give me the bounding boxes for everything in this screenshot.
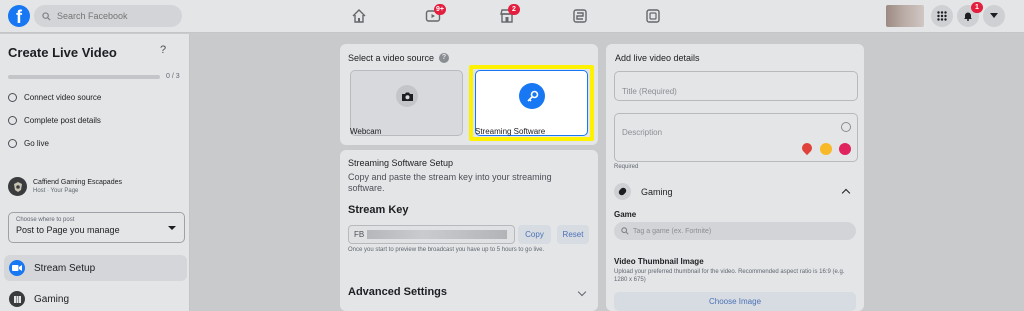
home-icon[interactable] [351, 8, 367, 24]
sidebar-item-label: Gaming [34, 293, 70, 305]
progress-count: 0 / 3 [166, 73, 180, 80]
live-details-title: Add live video details [615, 53, 700, 63]
gaming-section-label: Gaming [641, 186, 673, 197]
host-page-info: Caffiend Gaming Escapades Host · Your Pa… [8, 177, 122, 196]
thumbnail-note: Upload your preferred thumbnail for the … [614, 269, 845, 283]
video-source-title: Select a video source [348, 53, 435, 63]
game-label: Game [614, 210, 637, 219]
menu-grid-icon[interactable] [931, 5, 953, 27]
page-avatar [8, 177, 27, 196]
stream-key-prefix: FB [354, 230, 365, 239]
step-connect-video-source[interactable]: Connect video source [8, 93, 101, 102]
profile-avatar[interactable] [886, 5, 924, 27]
post-destination-select[interactable]: Choose where to post Post to Page you ma… [8, 212, 185, 243]
progress-bar [8, 75, 160, 79]
stream-key-masked-value [367, 230, 508, 239]
search-input[interactable] [57, 11, 167, 21]
top-navigation-bar: f 9+ 2 1 [0, 0, 1024, 33]
advanced-settings-toggle[interactable]: Advanced Settings [348, 286, 447, 298]
reaction-icon[interactable] [839, 143, 851, 155]
stream-key-heading: Stream Key [348, 204, 409, 216]
streaming-setup-description: Copy and paste the stream key into your … [348, 172, 552, 193]
stream-key-note: Once you start to preview the broadcast … [348, 247, 545, 253]
search-icon [42, 11, 51, 21]
description-field[interactable]: Description [614, 113, 858, 162]
streaming-setup-title: Streaming Software Setup [348, 158, 454, 168]
step-label: Go live [24, 139, 49, 148]
step-complete-post-details[interactable]: Complete post details [8, 116, 101, 125]
game-placeholder: Tag a game (ex. Fortnite) [633, 227, 712, 235]
groups-icon[interactable] [572, 8, 588, 24]
facebook-logo-icon[interactable]: f [8, 5, 30, 27]
search-box[interactable] [34, 5, 182, 27]
gaming-icon [614, 183, 631, 200]
gaming-nav-icon[interactable] [645, 8, 661, 24]
step-label: Connect video source [24, 93, 102, 102]
game-search-field[interactable]: Tag a game (ex. Fortnite) [614, 222, 856, 240]
notifications-bell-icon[interactable]: 1 [957, 2, 983, 27]
webcam-label: Webcam [350, 127, 382, 136]
step-go-live[interactable]: Go live [8, 139, 49, 148]
location-pin-icon[interactable] [799, 140, 815, 156]
step-circle-icon [8, 93, 17, 102]
copy-button[interactable]: Copy [518, 225, 551, 244]
sidebar-item-stream-setup[interactable]: Stream Setup [4, 255, 187, 281]
page-name: Caffiend Gaming Escapades [33, 179, 122, 186]
step-circle-icon [8, 139, 17, 148]
left-sidebar: Create Live Video ? 0 / 3 Connect video … [0, 34, 190, 311]
watch-badge: 9+ [434, 4, 446, 15]
title-placeholder: Title (Required) [622, 87, 677, 96]
camera-icon [396, 85, 418, 107]
step-circle-icon [8, 116, 17, 125]
marketplace-badge: 2 [508, 4, 520, 15]
sidebar-item-gaming[interactable]: Gaming [4, 286, 187, 311]
info-icon[interactable]: ? [439, 53, 450, 63]
post-destination-label: Choose where to post [16, 217, 75, 223]
stream-key-field[interactable]: FB [348, 225, 515, 244]
title-field[interactable]: Title (Required) [614, 71, 858, 101]
caret-down-icon [168, 226, 176, 230]
page-title: Create Live Video [8, 45, 117, 60]
marketplace-icon[interactable]: 2 [499, 4, 520, 24]
page-role: Host · Your Page [33, 188, 79, 194]
step-label: Complete post details [24, 116, 101, 125]
help-icon[interactable]: ? [160, 44, 166, 56]
reset-button[interactable]: Reset [557, 225, 589, 244]
feeling-emoji-icon[interactable] [820, 143, 832, 155]
required-note: Required [614, 164, 639, 170]
account-dropdown-icon[interactable] [983, 5, 1005, 27]
description-placeholder: Description [622, 128, 663, 137]
search-icon [621, 227, 629, 235]
watch-icon[interactable]: 9+ [425, 4, 446, 24]
gaming-section-header[interactable]: Gaming [614, 183, 673, 200]
video-source-title-row: Select a video source ? [348, 53, 450, 63]
selection-highlight [469, 65, 594, 141]
gaming-icon [9, 291, 25, 307]
emoji-smiley-icon[interactable] [841, 122, 851, 132]
choose-image-button[interactable]: Choose Image [614, 292, 856, 311]
notifications-badge: 1 [971, 2, 983, 13]
sidebar-item-label: Stream Setup [34, 262, 96, 274]
post-destination-value: Post to Page you manage [16, 225, 120, 235]
thumbnail-heading: Video Thumbnail Image [614, 257, 704, 266]
video-camera-icon [9, 260, 25, 276]
